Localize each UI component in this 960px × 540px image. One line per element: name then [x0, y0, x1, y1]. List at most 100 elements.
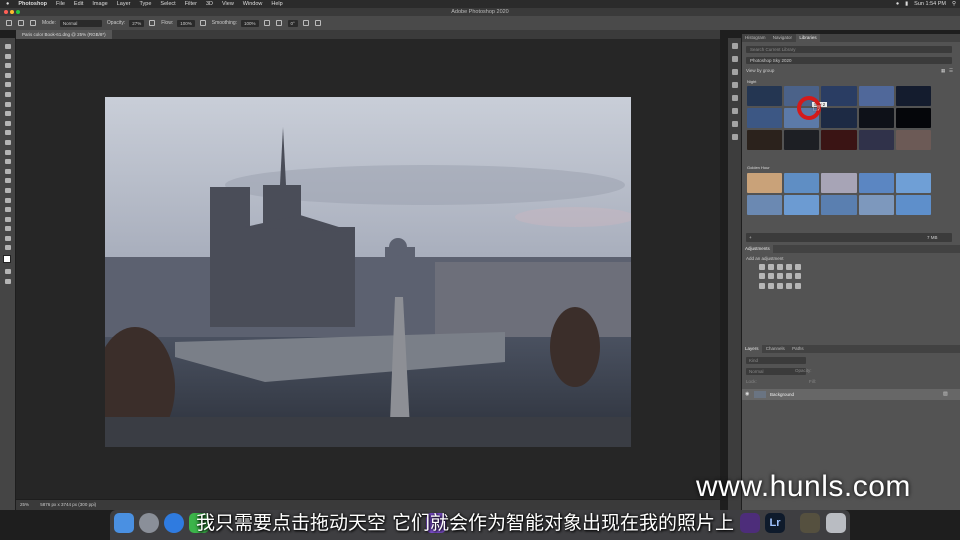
sky-thumbnail[interactable] — [747, 86, 783, 106]
menu-select[interactable]: Select — [160, 1, 175, 7]
minimize-window-icon[interactable] — [10, 10, 14, 14]
tab-paths[interactable]: Paths — [789, 345, 807, 353]
sky-thumbnail[interactable] — [747, 173, 783, 193]
lasso-tool-icon[interactable] — [4, 63, 11, 69]
pressure-size-icon[interactable] — [302, 20, 309, 26]
glyphs-icon[interactable] — [731, 134, 738, 140]
properties-icon[interactable] — [731, 95, 738, 101]
document-photo[interactable] — [105, 97, 631, 447]
hand-tool-icon[interactable] — [4, 226, 11, 232]
history-brush-tool-icon[interactable] — [4, 139, 11, 145]
levels-icon[interactable] — [768, 264, 774, 270]
move-tool-icon[interactable] — [4, 44, 11, 49]
menu-view[interactable]: View — [222, 1, 234, 7]
dodge-tool-icon[interactable] — [4, 178, 11, 184]
opacity-field[interactable]: 27% — [129, 19, 145, 27]
shape-tool-icon[interactable] — [4, 216, 11, 222]
character-icon[interactable] — [731, 82, 738, 88]
layer-name[interactable]: Background — [770, 392, 794, 397]
mode-select[interactable]: Normal — [59, 19, 102, 27]
selective-color-icon[interactable] — [795, 283, 801, 289]
library-select[interactable]: Photoshop Sky 2020 — [746, 57, 952, 64]
sky-thumbnail[interactable] — [858, 195, 894, 215]
sky-thumbnail[interactable] — [895, 86, 931, 106]
eraser-tool-icon[interactable] — [4, 149, 11, 155]
sky-thumbnail[interactable] — [821, 195, 857, 215]
zoom-level[interactable]: 25% — [20, 502, 29, 507]
sky-thumbnail[interactable] — [784, 195, 820, 215]
menu-file[interactable]: File — [56, 1, 65, 7]
menu-type[interactable]: Type — [139, 1, 151, 7]
quick-select-tool-icon[interactable] — [4, 72, 11, 78]
sky-thumbnail[interactable] — [895, 173, 931, 193]
sky-thumbnail[interactable] — [784, 173, 820, 193]
posterize-icon[interactable] — [768, 283, 774, 289]
trash-icon[interactable] — [826, 513, 846, 533]
launchpad-icon[interactable] — [139, 513, 159, 533]
sky-thumbnail[interactable] — [747, 195, 783, 215]
sky-thumbnail[interactable] — [821, 130, 857, 150]
menu-image[interactable]: Image — [92, 1, 107, 7]
hue-saturation-icon[interactable] — [759, 273, 765, 279]
app-icon[interactable] — [740, 513, 760, 533]
tab-adjustments[interactable]: Adjustments — [742, 245, 773, 253]
gradient-map-icon[interactable] — [786, 283, 792, 289]
sky-thumbnail[interactable] — [858, 108, 894, 128]
sky-thumbnail[interactable] — [895, 195, 931, 215]
zoom-tool-icon[interactable] — [4, 235, 11, 241]
tab-libraries[interactable]: Libraries — [796, 34, 820, 42]
tab-layers[interactable]: Layers — [742, 345, 762, 353]
wifi-icon[interactable]: ● — [896, 1, 899, 7]
sky-thumbnail[interactable] — [747, 130, 783, 150]
exposure-icon[interactable] — [786, 264, 792, 270]
tab-channels[interactable]: Channels — [763, 345, 788, 353]
flow-field[interactable]: 100% — [177, 19, 195, 27]
type-tool-icon[interactable] — [4, 197, 11, 203]
brush-preset-icon[interactable] — [18, 20, 24, 26]
swatches-icon[interactable] — [731, 121, 738, 127]
sky-thumbnail[interactable] — [858, 130, 894, 150]
healing-brush-tool-icon[interactable] — [4, 111, 11, 117]
sky-thumbnail[interactable] — [895, 130, 931, 150]
brush-panel-icon[interactable] — [30, 20, 36, 26]
color-swatches[interactable] — [0, 255, 15, 269]
layer-lock-icon[interactable]: ▨ — [943, 391, 948, 397]
sky-thumbnail[interactable] — [821, 173, 857, 193]
safari-icon[interactable] — [164, 513, 184, 533]
frame-tool-icon[interactable] — [4, 91, 11, 97]
apple-menu-icon[interactable]: ● — [6, 1, 9, 7]
group-night-header[interactable]: Night — [747, 79, 756, 84]
lightroom-icon[interactable]: Lr — [765, 513, 785, 533]
brightness-contrast-icon[interactable] — [759, 264, 765, 270]
zoom-window-icon[interactable] — [16, 10, 20, 14]
view-by-group-menu[interactable]: View by group — [746, 68, 774, 73]
document-tab[interactable]: Paris color Book-61.dng @ 25% (RGB/8*) — [16, 30, 112, 39]
quick-mask-icon[interactable] — [4, 269, 11, 275]
list-view-icon[interactable]: ☰ — [949, 68, 953, 74]
brush-tool-icon[interactable] — [4, 120, 11, 126]
curves-icon[interactable] — [777, 264, 783, 270]
layer-row-background[interactable]: ◉ Background ▨ — [742, 389, 960, 400]
close-window-icon[interactable] — [4, 10, 8, 14]
home-icon[interactable] — [6, 20, 12, 26]
smoothing-field[interactable]: 100% — [241, 19, 259, 27]
sky-thumbnail[interactable] — [784, 130, 820, 150]
invert-icon[interactable] — [759, 283, 765, 289]
threshold-icon[interactable] — [777, 283, 783, 289]
visibility-eye-icon[interactable]: ◉ — [745, 391, 749, 397]
path-select-tool-icon[interactable] — [4, 207, 11, 213]
channel-mixer-icon[interactable] — [795, 273, 801, 279]
eyedropper-tool-icon[interactable] — [4, 101, 11, 107]
menu-clock[interactable]: Sun 1:54 PM — [914, 1, 946, 7]
library-search-input[interactable]: Search Current Library — [746, 46, 952, 53]
tab-histogram[interactable]: Histogram — [742, 34, 769, 42]
pressure-opacity-icon[interactable] — [149, 20, 156, 26]
vibrance-icon[interactable] — [795, 264, 801, 270]
blur-tool-icon[interactable] — [4, 168, 11, 174]
sky-thumbnail[interactable] — [821, 108, 857, 128]
smoothing-settings-icon[interactable] — [263, 20, 270, 26]
airbrush-icon[interactable] — [199, 20, 206, 26]
pen-tool-icon[interactable] — [4, 187, 11, 193]
marquee-tool-icon[interactable] — [4, 53, 11, 59]
menu-edit[interactable]: Edit — [74, 1, 83, 7]
